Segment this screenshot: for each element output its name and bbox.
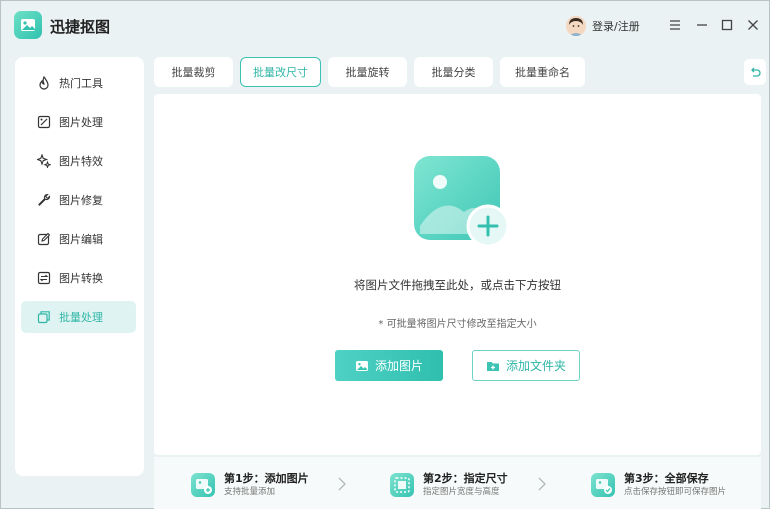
chevron-right-icon [338, 477, 346, 491]
folder-add-icon [486, 361, 499, 371]
save-step-icon [591, 473, 615, 497]
step-title: 第1步：添加图片 [224, 471, 309, 485]
sidebar-item-label: 图片转换 [59, 272, 103, 285]
add-image-step-icon [191, 473, 215, 497]
sidebar-item-image-repair[interactable]: 图片修复 [21, 184, 136, 216]
resize-step-icon [390, 473, 414, 497]
add-folder-label: 添加文件夹 [505, 359, 566, 373]
add-image-label: 添加图片 [374, 359, 423, 373]
undo-icon [751, 67, 761, 77]
add-image-button[interactable]: 添加图片 [335, 350, 443, 381]
drop-hint: 将图片文件拖拽至此处，或点击下方按钮 [354, 278, 561, 292]
minimize-button[interactable] [691, 14, 713, 36]
step-3: 第3步：全部保存 点击保存按钮即可保存图片 [591, 469, 726, 501]
user-avatar-icon [566, 16, 586, 36]
maximize-button[interactable] [716, 14, 738, 36]
sidebar-item-label: 图片修复 [59, 194, 103, 207]
login-button[interactable]: 登录/注册 [566, 14, 640, 38]
sidebar-item-image-convert[interactable]: 图片转换 [21, 262, 136, 294]
sidebar-item-image-edit[interactable]: 图片编辑 [21, 223, 136, 255]
step-desc: 支持批量添加 [224, 486, 276, 497]
drop-zone[interactable]: 将图片文件拖拽至此处，或点击下方按钮 * 可批量将图片尺寸修改至指定大小 添加图… [154, 94, 761, 455]
steps-bar: 第1步：添加图片 支持批量添加 第2步：指定尺寸 指定图片宽度与高度 第3步：全… [154, 457, 761, 509]
minimize-icon [697, 24, 707, 26]
title-bar: 迅捷抠图 登录/注册 [1, 1, 769, 51]
menu-button[interactable] [664, 14, 686, 36]
step-title: 第2步：指定尺寸 [423, 471, 508, 485]
sidebar-item-label: 图片处理 [59, 116, 103, 129]
sidebar-item-label: 图片编辑 [59, 233, 103, 246]
tab-batch-rotate[interactable]: 批量旋转 [328, 57, 407, 87]
menu-icon [670, 20, 680, 30]
sidebar-item-label: 热门工具 [59, 77, 103, 90]
step-desc: 指定图片宽度与高度 [423, 486, 500, 497]
tab-batch-resize[interactable]: 批量改尺寸 [240, 57, 321, 87]
sparkle-icon [37, 154, 51, 168]
sidebar-item-image-effects[interactable]: 图片特效 [21, 145, 136, 177]
image-edit-icon [37, 115, 51, 129]
tab-batch-rename[interactable]: 批量重命名 [500, 57, 585, 87]
sidebar-item-batch-process[interactable]: 批量处理 [21, 301, 136, 333]
add-image-illustration-icon [414, 156, 510, 248]
sidebar-item-label: 批量处理 [59, 311, 103, 324]
resize-hint: * 可批量将图片尺寸修改至指定大小 [378, 319, 537, 330]
sidebar-item-label: 图片特效 [59, 155, 103, 168]
batch-tabs: 批量裁剪 批量改尺寸 批量旋转 批量分类 批量重命名 [154, 57, 585, 87]
step-desc: 点击保存按钮即可保存图片 [624, 486, 727, 497]
app-logo-icon [21, 19, 35, 31]
tab-batch-classify[interactable]: 批量分类 [414, 57, 493, 87]
login-label: 登录/注册 [592, 20, 640, 33]
sidebar-item-hot-tools[interactable]: 热门工具 [21, 67, 136, 99]
step-title: 第3步：全部保存 [624, 471, 709, 485]
pencil-icon [37, 232, 51, 246]
convert-icon [37, 271, 51, 285]
app-title: 迅捷抠图 [50, 18, 111, 36]
wrench-icon [37, 193, 51, 207]
maximize-icon [721, 19, 733, 31]
image-icon [355, 360, 368, 371]
avatar [566, 16, 586, 36]
step-1: 第1步：添加图片 支持批量添加 [191, 469, 309, 501]
app-logo [14, 11, 42, 39]
batch-icon [37, 310, 51, 324]
add-folder-button[interactable]: 添加文件夹 [472, 350, 580, 381]
flame-icon [37, 76, 51, 90]
tab-batch-crop[interactable]: 批量裁剪 [154, 57, 233, 87]
step-2: 第2步：指定尺寸 指定图片宽度与高度 [390, 469, 508, 501]
sidebar-item-image-process[interactable]: 图片处理 [21, 106, 136, 138]
chevron-right-icon [538, 477, 546, 491]
undo-button[interactable] [744, 59, 766, 85]
close-button[interactable] [742, 14, 764, 36]
sidebar: 热门工具 图片处理 图片特效 图片修复 图片编辑 图片转换 批量处理 [15, 57, 144, 476]
close-icon [748, 20, 758, 30]
